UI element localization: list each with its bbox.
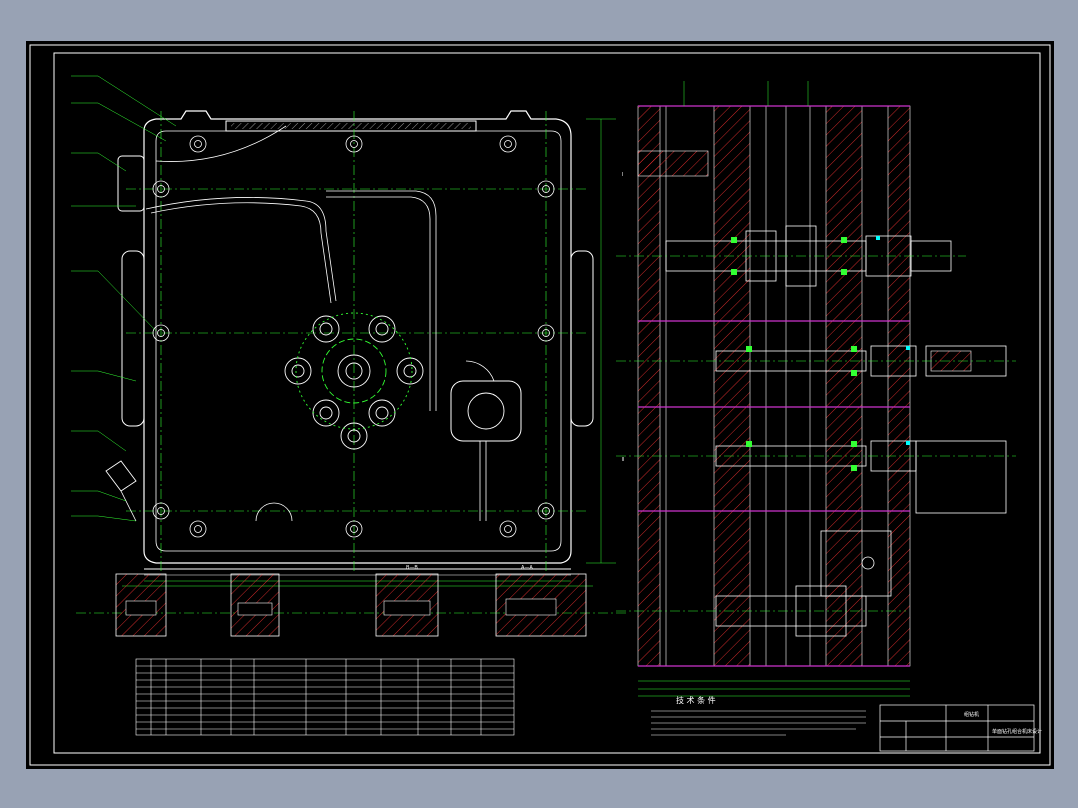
tech-requirements-title: 技 术 条 件 (676, 695, 716, 705)
front-view (71, 75, 616, 587)
drawing-sheet: B—B A—A Ⅰ Ⅱ 技 术 条 件 组钻机 单面钻孔组合机床设计 (26, 41, 1054, 769)
section-aa-label: A—A (521, 565, 533, 571)
spindle-section: Ⅰ Ⅱ (616, 81, 1016, 697)
section-bb-label: B—B (406, 565, 418, 571)
title-block-drawing-title: 单面钻孔组合机床设计 (992, 728, 1042, 735)
bolt-icon (152, 135, 555, 538)
section-i-label: Ⅰ (622, 172, 623, 178)
section-ii-label: Ⅱ (622, 457, 624, 463)
parts-table (135, 658, 515, 736)
title-block (879, 704, 1035, 752)
tech-requirements: 技 术 条 件 (651, 695, 866, 736)
cad-drawing: B—B A—A Ⅰ Ⅱ 技 术 条 件 组钻机 单面钻孔组合机床设计 (29, 44, 1051, 766)
detail-sections: B—B A—A (76, 565, 626, 637)
title-block-company: 组钻机 (964, 711, 979, 718)
